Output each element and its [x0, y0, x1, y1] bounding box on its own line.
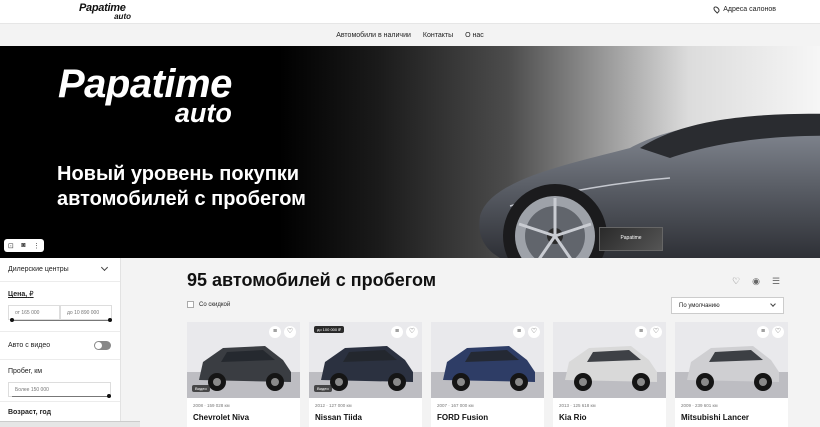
car-card[interactable]: ≡ ♡ 2009 · 239 601 км Mitsubishi Lancer: [675, 322, 788, 427]
price-slider-max-handle[interactable]: [108, 318, 112, 322]
logo-text-sub: auto: [114, 12, 131, 21]
sort-select[interactable]: По умолчанию: [671, 297, 784, 314]
mileage-label: Пробег, км: [8, 368, 43, 375]
top-bar: Papatime auto Адреса салонов: [0, 0, 820, 24]
mileage-slider-handle[interactable]: [107, 394, 111, 398]
video-badge: Видео: [192, 385, 210, 392]
car-name[interactable]: Mitsubishi Lancer: [681, 413, 749, 422]
discount-checkbox[interactable]: [187, 301, 194, 308]
car-meta: 2008 · 159 028 км: [193, 403, 230, 408]
price-filter: Цена, ₽: [0, 282, 120, 332]
car-meta: 2012 · 127 000 км: [315, 403, 352, 408]
price-from-input[interactable]: [8, 305, 60, 320]
nav-about[interactable]: О нас: [465, 32, 484, 39]
compare-list-icon[interactable]: ☰: [771, 276, 781, 286]
listing-area: 95 автомобилей с пробегом ♡ ◉ ☰ Со скидк…: [127, 258, 820, 427]
age-filter[interactable]: Возраст, год: [0, 402, 120, 422]
nav-contacts[interactable]: Контакты: [423, 32, 453, 39]
discount-label: Со скидкой: [199, 301, 231, 308]
sort-value: По умолчанию: [679, 303, 720, 309]
video-badge: Видео: [314, 385, 332, 392]
more-vertical-icon[interactable]: ⋮: [33, 242, 40, 250]
car-name[interactable]: FORD Fusion: [437, 413, 488, 422]
heart-icon[interactable]: ♡: [772, 326, 784, 338]
salon-addresses-label: Адреса салонов: [723, 6, 776, 13]
car-meta: 2009 · 239 601 км: [681, 403, 718, 408]
hero-headline-line1: Новый уровень покупки: [57, 163, 300, 185]
filters-sidebar: Дилерские центры Цена, ₽ Авто с видео Пр…: [0, 258, 121, 427]
car-card[interactable]: до 100 000 ₽ ≡ ♡ Видео 2012 · 127 000 км …: [309, 322, 422, 427]
car-card[interactable]: ≡ ♡ Видео 2008 · 159 028 км Chevrolet Niv…: [187, 322, 300, 427]
price-slider-min-handle[interactable]: [10, 318, 14, 322]
mileage-filter: Пробег, км: [0, 360, 120, 402]
favorites-heart-icon[interactable]: ♡: [731, 276, 741, 286]
bookmark-icon[interactable]: ⊡: [8, 242, 14, 250]
car-cards: ≡ ♡ Видео 2008 · 159 028 км Chevrolet Niv…: [187, 322, 788, 427]
price-label: Цена, ₽: [8, 291, 34, 298]
dealer-centers-filter[interactable]: Дилерские центры: [0, 258, 120, 282]
video-toggle[interactable]: [94, 341, 111, 350]
compare-icon[interactable]: ≡: [269, 326, 281, 338]
page-title: 95 автомобилей с пробегом: [187, 270, 437, 290]
heart-icon[interactable]: ♡: [650, 326, 662, 338]
salon-addresses-link[interactable]: Адреса салонов: [712, 5, 776, 14]
listing-actions: ♡ ◉ ☰: [731, 276, 781, 286]
hero-banner[interactable]: Papatime auto Новый уровень покупки авто…: [0, 46, 820, 258]
price-badge: до 100 000 ₽: [314, 326, 344, 333]
price-slider-track[interactable]: [12, 320, 111, 321]
car-name[interactable]: Chevrolet Niva: [193, 413, 249, 422]
chevron-down-icon: [770, 301, 776, 307]
heart-icon[interactable]: ♡: [406, 326, 418, 338]
eye-icon[interactable]: ◉: [751, 276, 761, 286]
hero-toolbar: ⊡ ◙ ⋮: [4, 239, 44, 252]
age-label: Возраст, год: [8, 409, 52, 416]
hero-headline-line2: автомобилей с пробегом: [57, 188, 306, 210]
heart-icon[interactable]: ♡: [284, 326, 296, 338]
price-unit: ₽: [29, 291, 34, 298]
hero-video-thumbnail[interactable]: Papatime: [599, 227, 663, 251]
compare-icon[interactable]: ≡: [635, 326, 647, 338]
camera-icon[interactable]: ◙: [21, 242, 25, 249]
mileage-input[interactable]: [8, 382, 111, 397]
car-meta: 2013 · 125 618 км: [559, 403, 596, 408]
price-to-input[interactable]: [60, 305, 112, 320]
video-filter: Авто с видео: [0, 332, 120, 360]
site-logo[interactable]: Papatime auto: [79, 3, 131, 21]
compare-icon[interactable]: ≡: [391, 326, 403, 338]
car-card[interactable]: ≡ ♡ 2013 · 125 618 км Kia Rio: [553, 322, 666, 427]
compare-icon[interactable]: ≡: [513, 326, 525, 338]
hero-logo: Papatime auto: [58, 64, 232, 127]
discount-filter[interactable]: Со скидкой: [187, 301, 230, 308]
heart-icon[interactable]: ♡: [528, 326, 540, 338]
main-nav: Автомобили в наличии Контакты О нас: [0, 24, 820, 46]
hero-headline: Новый уровень покупки автомобилей с проб…: [57, 162, 306, 212]
car-card[interactable]: ≡ ♡ 2007 · 167 000 км FORD Fusion: [431, 322, 544, 427]
mileage-slider-track[interactable]: [12, 396, 111, 397]
car-name[interactable]: Kia Rio: [559, 413, 587, 422]
dealer-centers-label: Дилерские центры: [8, 266, 69, 273]
nav-cars-in-stock[interactable]: Автомобили в наличии: [336, 32, 411, 39]
location-pin-icon: [712, 5, 721, 14]
browser-status-bar: [0, 421, 140, 427]
compare-icon[interactable]: ≡: [757, 326, 769, 338]
car-name[interactable]: Nissan Tiida: [315, 413, 362, 422]
car-meta: 2007 · 167 000 км: [437, 403, 474, 408]
